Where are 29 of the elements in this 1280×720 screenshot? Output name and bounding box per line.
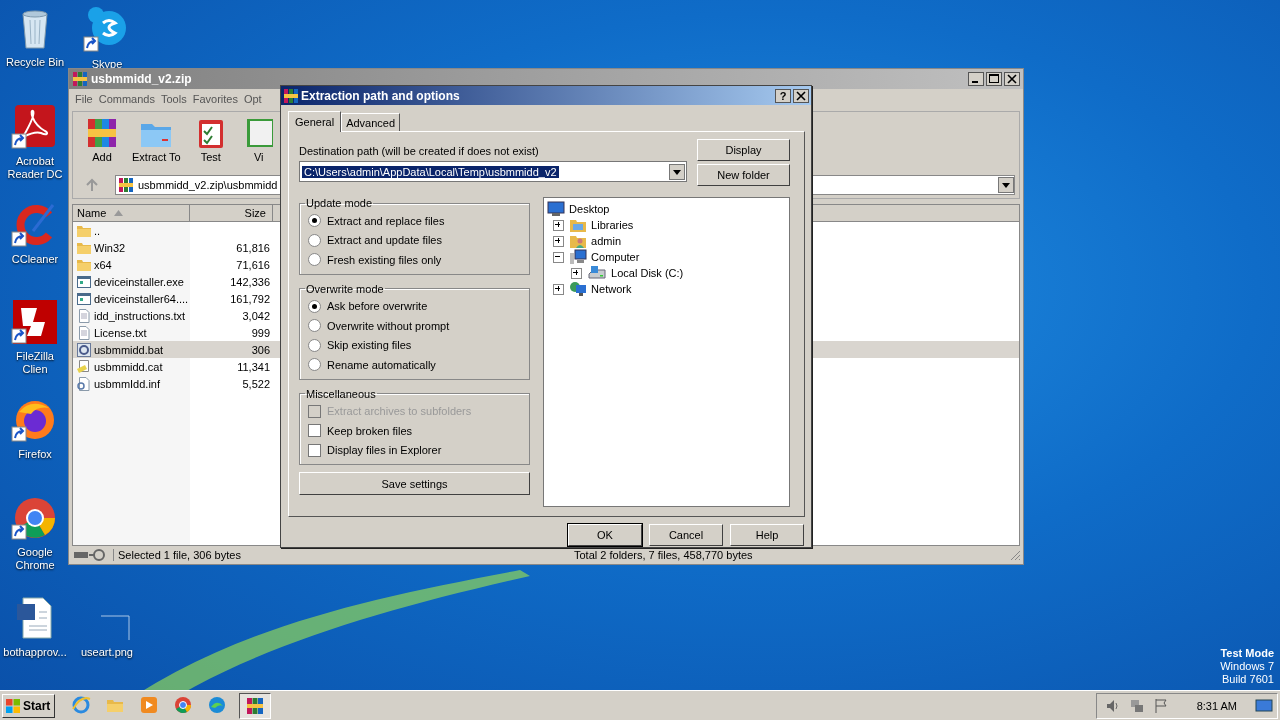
group-title: Miscellaneous	[305, 387, 377, 400]
file-size: 161,792	[230, 292, 270, 305]
window-title: usbmmidd_v2.zip	[91, 72, 192, 86]
file-name: ..	[94, 224, 101, 237]
file-name: x64	[94, 258, 112, 271]
file-size: 11,341	[237, 360, 270, 373]
file-name: usbmmidd.bat	[94, 343, 164, 356]
file-size: 71,616	[236, 258, 270, 271]
dialog-title: Extraction path and options	[301, 88, 460, 103]
file-name: usbmmIdd.inf	[94, 377, 161, 390]
file-name: idd_instructions.txt	[94, 309, 186, 322]
group-title: Overwrite mode	[305, 282, 385, 295]
file-size: 3,042	[242, 309, 270, 322]
system-notice-text: Test Mode	[1220, 647, 1274, 660]
system-notice-text: Windows 7	[1220, 660, 1274, 673]
group-title: Update mode	[305, 197, 374, 209]
file-size: 5,522	[242, 377, 270, 390]
file-size: 999	[251, 326, 270, 339]
field-label: Destination path (will be created if does not exist)	[299, 145, 540, 157]
file-name: License.txt	[94, 326, 147, 339]
file-name: deviceinstaller64....	[94, 292, 189, 305]
file-size: 61,816	[236, 241, 270, 254]
system-notice-text: Build 7601	[1222, 673, 1274, 686]
file-name: Win32	[94, 241, 126, 254]
file-name: usbmmidd.cat	[94, 360, 163, 373]
status-text: Total 2 folders, 7 files, 458,770 bytes	[574, 549, 754, 561]
file-size: 142,336	[230, 275, 270, 288]
file-name: deviceinstaller.exe	[94, 275, 184, 288]
file-size: 306	[251, 343, 270, 356]
